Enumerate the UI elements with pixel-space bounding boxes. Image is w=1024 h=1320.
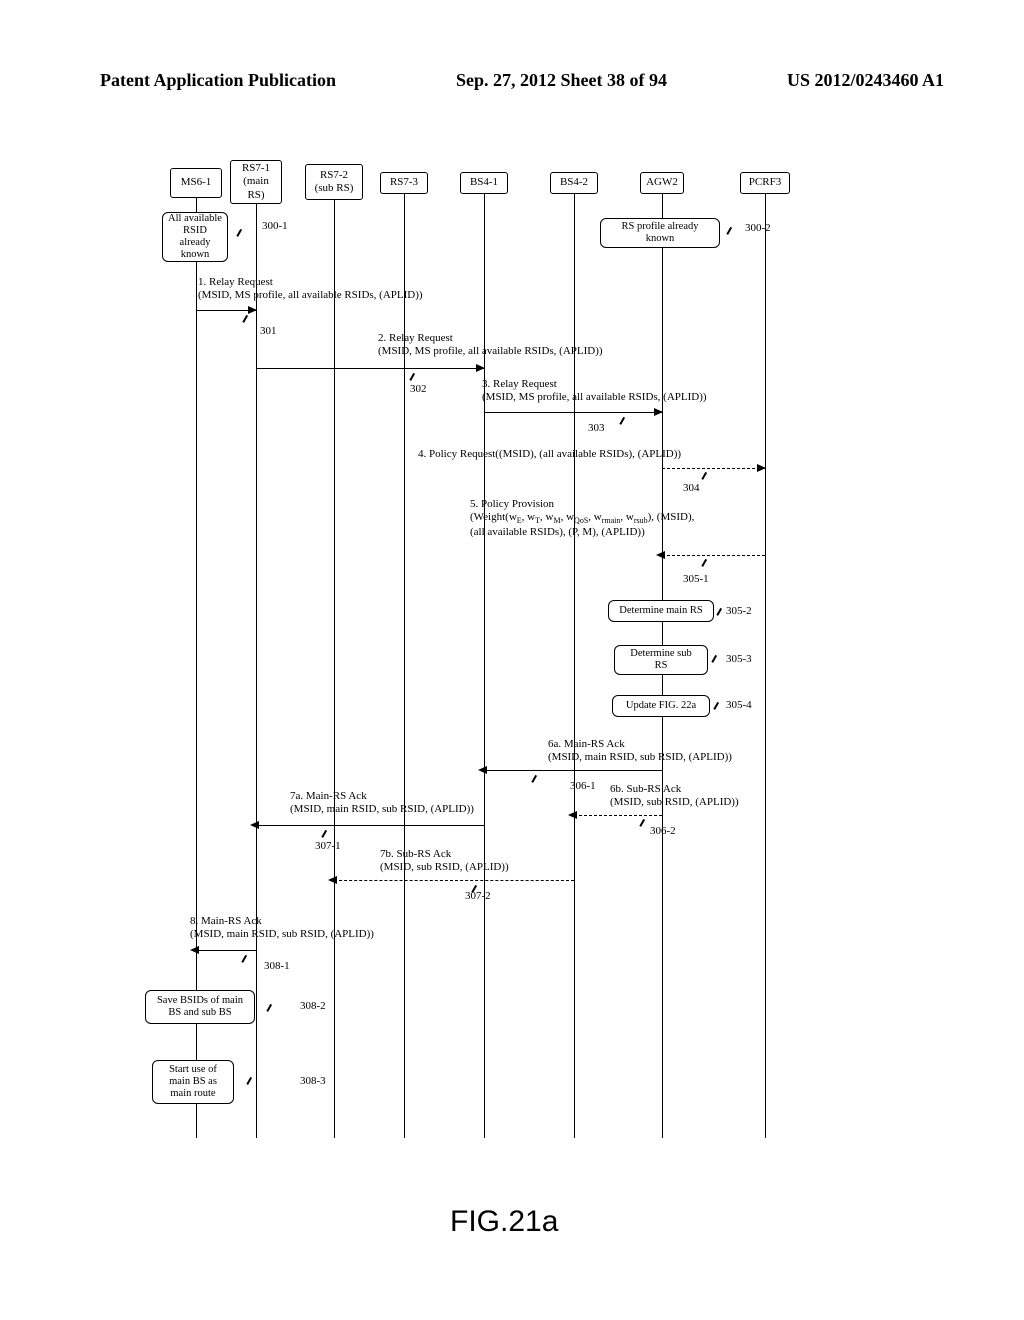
arrow-head-8 <box>190 946 199 954</box>
ref-308-3: 308-3 <box>300 1075 326 1087</box>
tick-302 <box>409 373 414 381</box>
arrow-head-3 <box>654 408 663 416</box>
lifeline-pcrf: PCRF3 <box>740 172 790 194</box>
arrow-head-4 <box>757 464 766 472</box>
msg-4: 4. Policy Request((MSID), (all available… <box>418 448 681 461</box>
tick-305-2 <box>716 608 721 616</box>
ref-301: 301 <box>260 325 277 337</box>
tick-307-1 <box>321 830 326 838</box>
note-308-3: Start use of main BS as main route <box>152 1060 234 1104</box>
arrow-1 <box>196 310 256 311</box>
tick-300-1 <box>236 229 241 237</box>
tick-308-3 <box>246 1077 251 1085</box>
note-308-2: Save BSIDs of main BS and sub BS <box>145 990 255 1024</box>
ref-305-4: 305-4 <box>726 699 752 711</box>
note-300-1: All available RSID already known <box>162 212 228 262</box>
tick-303 <box>619 417 624 425</box>
arrow-2 <box>256 368 484 369</box>
arrow-3 <box>484 412 662 413</box>
arrow-head-6b <box>568 811 577 819</box>
ref-306-2: 306-2 <box>650 825 676 837</box>
msg-6b: 6b. Sub-RS Ack (MSID, sub RSID, (APLID)) <box>610 783 739 809</box>
arrow-head-5 <box>656 551 665 559</box>
arrow-6a <box>484 770 662 771</box>
tick-305-3 <box>711 655 716 663</box>
ref-307-1: 307-1 <box>315 840 341 852</box>
arrow-head-6a <box>478 766 487 774</box>
page-header: Patent Application Publication Sep. 27, … <box>0 0 1024 101</box>
msg-7b: 7b. Sub-RS Ack (MSID, sub RSID, (APLID)) <box>380 848 509 874</box>
lifeline-rs71: RS7-1 (main RS) <box>230 160 282 204</box>
arrow-head-7a <box>250 821 259 829</box>
ref-308-1: 308-1 <box>264 960 290 972</box>
tick-305-4 <box>713 702 718 710</box>
ref-306-1: 306-1 <box>570 780 596 792</box>
msg-1: 1. Relay Request (MSID, MS profile, all … <box>198 276 423 302</box>
lifeline-rs73: RS7-3 <box>380 172 428 194</box>
note-305-2: Determine main RS <box>608 600 714 622</box>
note-305-4: Update FIG. 22a <box>612 695 710 717</box>
ref-308-2: 308-2 <box>300 1000 326 1012</box>
figure-caption: FIG.21a <box>450 1205 558 1239</box>
msg-5: 5. Policy Provision(Weight(wE, wT, wM, w… <box>470 498 694 539</box>
lifeline-bs42: BS4-2 <box>550 172 598 194</box>
ref-302: 302 <box>410 383 427 395</box>
msg-6a: 6a. Main-RS Ack (MSID, main RSID, sub RS… <box>548 738 732 764</box>
msg-7a: 7a. Main-RS Ack (MSID, main RSID, sub RS… <box>290 790 474 816</box>
lane-pcrf <box>765 194 766 1138</box>
msg-2: 2. Relay Request (MSID, MS profile, all … <box>378 332 603 358</box>
tick-304 <box>701 472 706 480</box>
tick-305-1 <box>701 559 706 567</box>
arrow-5 <box>662 555 765 556</box>
arrow-head-2 <box>476 364 485 372</box>
ref-303: 303 <box>588 422 605 434</box>
header-left: Patent Application Publication <box>100 70 336 91</box>
tick-306-2 <box>639 819 644 827</box>
arrow-7b <box>334 880 574 881</box>
note-300-2: RS profile already known <box>600 218 720 248</box>
arrow-8 <box>196 950 256 951</box>
ref-305-1: 305-1 <box>683 573 709 585</box>
ref-300-1: 300-1 <box>262 220 288 232</box>
tick-306-1 <box>531 775 536 783</box>
ref-305-2: 305-2 <box>726 605 752 617</box>
note-305-3: Determine sub RS <box>614 645 708 675</box>
lifeline-bs41: BS4-1 <box>460 172 508 194</box>
arrow-4 <box>662 468 765 469</box>
ref-304: 304 <box>683 482 700 494</box>
msg-8: 8. Main-RS Ack (MSID, main RSID, sub RSI… <box>190 915 374 941</box>
tick-301 <box>242 315 247 323</box>
tick-308-2 <box>266 1004 271 1012</box>
tick-300-2 <box>726 227 731 235</box>
lifeline-agw: AGW2 <box>640 172 684 194</box>
arrow-6b <box>574 815 662 816</box>
msg-3: 3. Relay Request (MSID, MS profile, all … <box>482 378 707 404</box>
lifeline-rs72: RS7-2 (sub RS) <box>305 164 363 200</box>
header-center: Sep. 27, 2012 Sheet 38 of 94 <box>456 70 667 91</box>
sequence-diagram: MS6-1 RS7-1 (main RS) RS7-2 (sub RS) RS7… <box>170 160 870 1180</box>
lifeline-ms: MS6-1 <box>170 168 222 198</box>
tick-308-1 <box>241 955 246 963</box>
ref-307-2: 307-2 <box>465 890 491 902</box>
arrow-head-7b <box>328 876 337 884</box>
arrow-head-1 <box>248 306 257 314</box>
ref-305-3: 305-3 <box>726 653 752 665</box>
arrow-7a <box>256 825 484 826</box>
ref-300-2: 300-2 <box>745 222 771 234</box>
header-right: US 2012/0243460 A1 <box>787 70 944 91</box>
lane-rs71 <box>256 204 257 1138</box>
lane-rs72 <box>334 200 335 1138</box>
